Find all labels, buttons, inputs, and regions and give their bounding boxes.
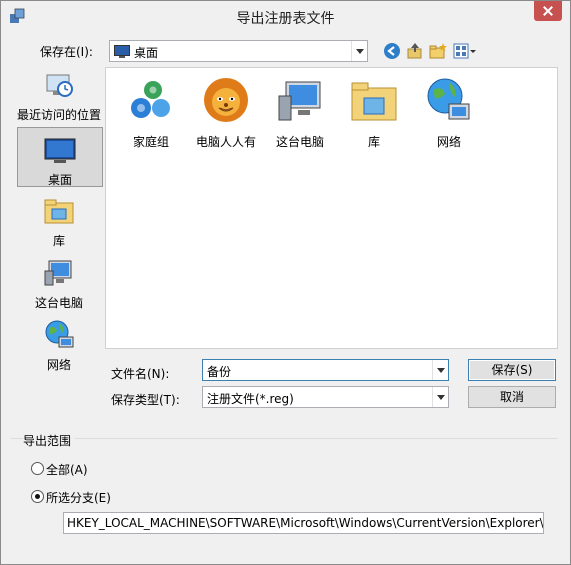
library-icon [351,82,397,121]
export-range-label: 导出范围 [23,432,76,449]
save-button[interactable]: 保存(S) [468,359,556,381]
file-list[interactable]: 家庭组 电脑人人有 这台电脑 库 网络 [105,67,558,349]
window-title: 导出注册表文件 [236,11,335,27]
save-in-label: 保存在(I): [40,45,93,59]
list-item-network[interactable]: 网络 [413,76,485,150]
filename-label: 文件名(N): [111,367,170,381]
list-item-computer[interactable]: 这台电脑 [264,76,336,150]
place-computer[interactable]: 这台电脑 [17,257,101,311]
item-label: 电脑人人有 [195,135,256,149]
places-bar: 最近访问的位置 桌面 库 这台电脑 网络 [9,67,105,372]
filename-input[interactable]: 备份 [202,359,449,381]
close-button[interactable] [534,1,562,21]
list-item-lion[interactable]: 电脑人人有 [190,76,262,150]
computer-icon [44,260,72,286]
save-in-value: 桌面 [134,46,159,60]
lion-icon [204,78,248,122]
library-icon [44,199,74,224]
place-label: 这台电脑 [34,296,83,310]
radio-selected-branch[interactable] [31,490,44,503]
item-label: 家庭组 [132,135,169,149]
filetype-value: 注册文件(*.reg) [207,392,294,406]
network-icon [45,320,74,348]
export-registry-dialog: 导出注册表文件 保存在(I): 桌面 最近访问的位置 桌面 库 这台电脑 网络 … [0,0,571,565]
view-menu-icon[interactable] [453,42,477,60]
branch-path-value: HKEY_LOCAL_MACHINE\SOFTWARE\Microsoft\Wi… [67,516,544,530]
filetype-label: 保存类型(T): [111,393,180,407]
cancel-button[interactable]: 取消 [468,386,556,408]
place-desktop[interactable]: 桌面 [17,127,103,187]
recent-places-icon [46,74,73,97]
save-in-dropdown[interactable]: 桌面 [109,40,368,62]
place-label: 最近访问的位置 [17,108,102,122]
list-item-library[interactable]: 库 [338,76,410,150]
place-label: 网络 [46,358,71,372]
new-folder-icon[interactable] [429,42,447,60]
radio-selected-branch-label[interactable]: 所选分支(E) [46,489,111,506]
radio-all[interactable] [31,462,44,475]
item-label: 库 [367,135,380,149]
place-network[interactable]: 网络 [17,319,101,373]
place-label: 库 [52,234,65,248]
back-icon[interactable] [383,42,401,60]
chevron-down-icon[interactable] [432,360,448,380]
computer-icon [278,81,321,121]
chevron-down-icon[interactable] [351,41,367,61]
up-folder-icon[interactable] [406,42,424,60]
chevron-down-icon[interactable] [432,387,448,407]
desktop-icon [44,138,76,163]
desktop-icon [114,45,130,58]
title-bar: 导出注册表文件 [1,1,570,31]
list-item-homegroup[interactable]: 家庭组 [115,76,187,150]
branch-path-input[interactable]: HKEY_LOCAL_MACHINE\SOFTWARE\Microsoft\Wi… [63,512,544,534]
radio-all-label[interactable]: 全部(A) [46,461,88,478]
filetype-dropdown[interactable]: 注册文件(*.reg) [202,386,449,408]
place-recent[interactable]: 最近访问的位置 [17,69,101,123]
filename-value: 备份 [207,365,232,379]
item-label: 这台电脑 [275,135,324,149]
place-library[interactable]: 库 [17,195,101,249]
place-label: 桌面 [47,173,72,187]
homegroup-icon [131,81,170,118]
network-icon [427,78,470,120]
item-label: 网络 [436,135,461,149]
